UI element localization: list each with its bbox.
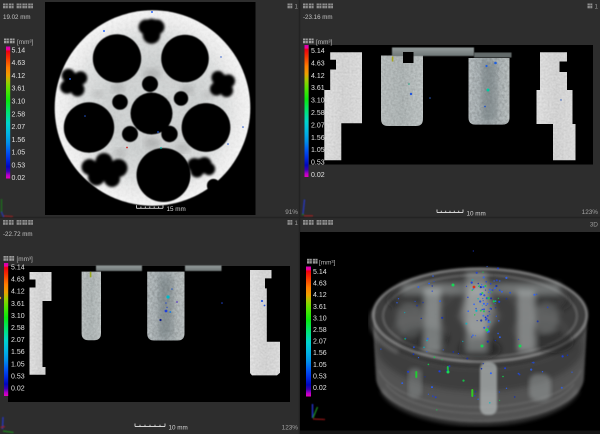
svg-text:4.12: 4.12 — [311, 73, 325, 80]
svg-text:1.05: 1.05 — [311, 147, 325, 154]
svg-text:3.61: 3.61 — [311, 85, 325, 92]
svg-text:0.53: 0.53 — [313, 373, 327, 380]
svg-text:3.10: 3.10 — [311, 98, 325, 105]
svg-text:[mm³]: [mm³] — [319, 259, 336, 266]
svg-text:[mm³]: [mm³] — [17, 39, 34, 46]
svg-text:[mm³]: [mm³] — [316, 39, 333, 46]
svg-text:4.63: 4.63 — [11, 277, 25, 284]
svg-text:2.58: 2.58 — [313, 327, 327, 334]
svg-text:0.02: 0.02 — [12, 175, 26, 182]
svg-text:3.10: 3.10 — [12, 99, 26, 106]
svg-text:1: 1 — [295, 4, 299, 11]
svg-text:-22.72 mm: -22.72 mm — [3, 231, 33, 238]
svg-text:15 mm: 15 mm — [167, 206, 186, 213]
svg-text:1: 1 — [295, 220, 299, 227]
svg-text:3.61: 3.61 — [12, 86, 26, 93]
svg-text:5.14: 5.14 — [11, 265, 25, 272]
svg-text:4.63: 4.63 — [12, 60, 26, 67]
svg-text:2.58: 2.58 — [12, 111, 26, 118]
svg-text:4.63: 4.63 — [313, 281, 327, 288]
svg-text:4.12: 4.12 — [11, 289, 25, 296]
svg-text:3.10: 3.10 — [11, 313, 25, 320]
svg-text:2.07: 2.07 — [313, 339, 327, 346]
svg-text:3.10: 3.10 — [313, 315, 327, 322]
svg-text:123%: 123% — [282, 424, 299, 431]
svg-text:3D: 3D — [590, 221, 599, 228]
svg-text:-23.16 mm: -23.16 mm — [303, 14, 333, 21]
svg-text:5.14: 5.14 — [311, 48, 325, 55]
svg-text:10 mm: 10 mm — [467, 210, 486, 217]
svg-text:2.58: 2.58 — [11, 325, 25, 332]
svg-text:1.05: 1.05 — [11, 361, 25, 368]
svg-text:123%: 123% — [582, 209, 599, 216]
svg-text:2.07: 2.07 — [311, 122, 325, 129]
svg-text:1.56: 1.56 — [11, 349, 25, 356]
svg-text:1.05: 1.05 — [313, 362, 327, 369]
svg-text:5.14: 5.14 — [12, 47, 26, 54]
svg-text:3.61: 3.61 — [11, 301, 25, 308]
svg-text:0.53: 0.53 — [11, 373, 25, 380]
svg-text:0.53: 0.53 — [12, 162, 26, 169]
svg-text:10 mm: 10 mm — [169, 424, 188, 431]
svg-text:0.53: 0.53 — [311, 160, 325, 167]
svg-text:1.56: 1.56 — [313, 350, 327, 357]
svg-text:4.12: 4.12 — [12, 73, 26, 80]
svg-text:0.02: 0.02 — [11, 386, 25, 393]
svg-text:19.02 mm: 19.02 mm — [3, 14, 31, 21]
svg-text:1.05: 1.05 — [12, 150, 26, 157]
svg-text:2.07: 2.07 — [11, 337, 25, 344]
svg-text:5.14: 5.14 — [313, 269, 327, 276]
svg-text:3.61: 3.61 — [313, 304, 327, 311]
svg-text:[mm³]: [mm³] — [17, 256, 34, 263]
svg-text:1.56: 1.56 — [12, 137, 26, 144]
svg-text:4.63: 4.63 — [311, 60, 325, 67]
svg-text:0.02: 0.02 — [311, 172, 325, 179]
svg-text:0.02: 0.02 — [313, 385, 327, 392]
svg-text:1: 1 — [595, 4, 599, 11]
svg-text:4.12: 4.12 — [313, 292, 327, 299]
svg-text:1.56: 1.56 — [311, 135, 325, 142]
svg-text:2.07: 2.07 — [12, 124, 26, 131]
svg-text:91%: 91% — [285, 209, 298, 216]
svg-text:2.58: 2.58 — [311, 110, 325, 117]
